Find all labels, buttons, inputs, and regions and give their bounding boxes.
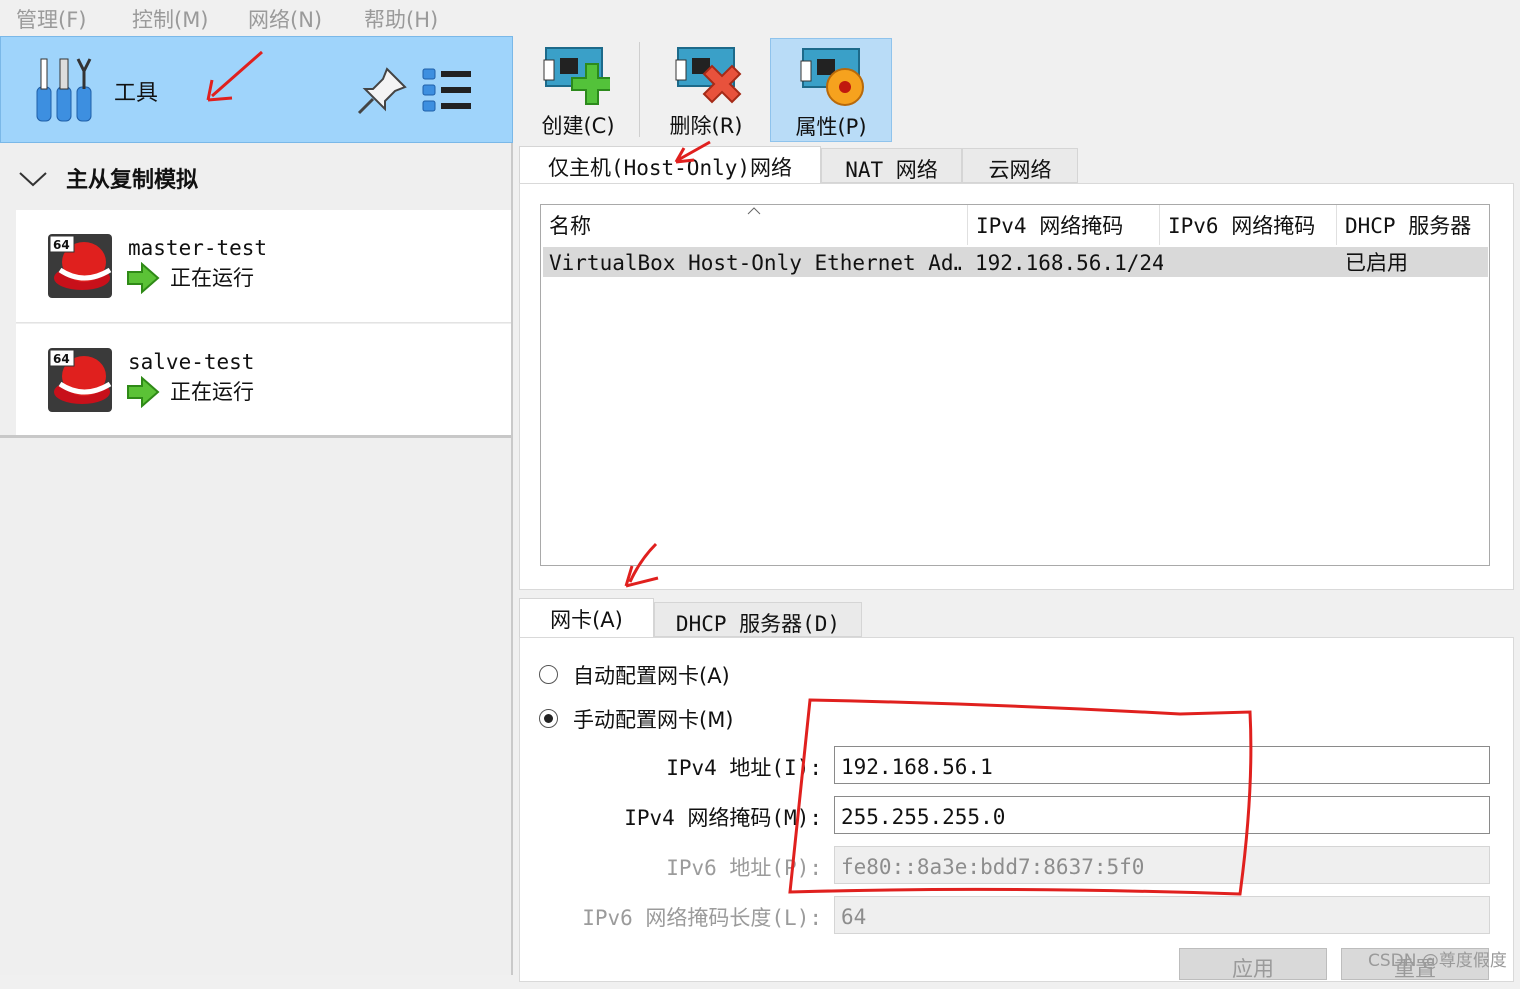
chevron-down-icon[interactable] [18, 170, 48, 188]
tab-nat[interactable]: NAT 网络 [821, 148, 962, 183]
vm-item-salve-test[interactable]: 64 salve-test 正在运行 [16, 324, 511, 437]
ipv4-mask-field[interactable]: 255.255.255.0 [834, 796, 1490, 834]
ipv4-address-field[interactable]: 192.168.56.1 [834, 746, 1490, 784]
vm-list-pane: 工具 主从复制模拟 64 master-test 正在运行 64 salve-t… [0, 36, 513, 975]
ipv4-mask-label: IPv4 网络掩码(M): [624, 806, 822, 830]
manual-config-radio[interactable] [539, 709, 558, 728]
tab-host-only[interactable]: 仅主机(Host-Only)网络 [519, 146, 821, 184]
group-label: 主从复制模拟 [66, 168, 199, 193]
os-badge: 64 [53, 238, 70, 252]
redhat-os-icon: 64 [48, 234, 112, 298]
vm-group[interactable]: 主从复制模拟 [0, 146, 511, 208]
vm-item-master-test[interactable]: 64 master-test 正在运行 [16, 210, 511, 323]
vm-state: 正在运行 [170, 380, 254, 404]
cell-dhcp: 已启用 [1345, 251, 1408, 275]
menu-manage[interactable]: 管理(F) [16, 4, 86, 34]
vm-name: salve-test [128, 350, 255, 374]
network-table: 名称 IPv4 网络掩码 IPv6 网络掩码 DHCP 服务器 VirtualB… [540, 204, 1490, 566]
ipv4-address-label: IPv4 地址(I): [666, 756, 822, 780]
menu-help[interactable]: 帮助(H) [364, 4, 438, 34]
os-badge: 64 [53, 352, 70, 366]
tab-dhcp-server[interactable]: DHCP 服务器(D) [654, 602, 862, 637]
vm-state: 正在运行 [170, 266, 254, 290]
apply-button[interactable]: 应用 [1179, 948, 1327, 981]
pane-divider [0, 435, 511, 438]
tab-cloud[interactable]: 云网络 [962, 148, 1078, 183]
cell-ipv6-mask [1169, 247, 1339, 277]
redhat-os-icon: 64 [48, 348, 112, 412]
ipv6-address-label: IPv6 地址(P): [666, 856, 822, 880]
auto-config-label[interactable]: 自动配置网卡(A) [573, 660, 730, 690]
properties-button[interactable]: 属性(P) [770, 38, 892, 142]
ipv6-prefix-label: IPv6 网络掩码长度(L): [582, 906, 822, 930]
ipv6-address-field: fe80::8a3e:bdd7:8637:5f0 [834, 846, 1490, 884]
ipv6-prefix-field: 64 [834, 896, 1490, 934]
pin-icon[interactable] [357, 65, 409, 115]
menu-network[interactable]: 网络(N) [248, 4, 322, 34]
properties-label: 属性(P) [795, 115, 867, 139]
running-arrow-icon [127, 376, 160, 408]
delete-label: 删除(R) [669, 114, 743, 138]
network-delete-icon [675, 47, 742, 104]
table-row[interactable]: VirtualBox Host-Only Ethernet Ad… 192.16… [543, 247, 1488, 277]
list-view-icon[interactable] [421, 67, 473, 115]
running-arrow-icon [127, 262, 160, 294]
create-button[interactable]: 创建(C) [520, 38, 636, 142]
column-dhcp[interactable]: DHCP 服务器 [1337, 205, 1489, 245]
manual-config-label[interactable]: 手动配置网卡(M) [573, 704, 734, 734]
tools-icon [36, 58, 92, 122]
radio-selected-dot [544, 714, 553, 723]
menu-bar: 管理(F) 控制(M) 网络(N) 帮助(H) [0, 0, 1520, 36]
watermark: CSDN @尊度假度 [1368, 951, 1507, 971]
cell-ipv4-mask: 192.168.56.1/24 [975, 251, 1163, 275]
column-ipv4-mask[interactable]: IPv4 网络掩码 [968, 205, 1160, 245]
column-ipv6-mask[interactable]: IPv6 网络掩码 [1160, 205, 1337, 245]
tab-adapter[interactable]: 网卡(A) [519, 598, 654, 638]
menu-control[interactable]: 控制(M) [132, 4, 209, 34]
cell-name: VirtualBox Host-Only Ethernet Ad… [549, 251, 961, 275]
create-label: 创建(C) [541, 114, 615, 138]
tools-item[interactable]: 工具 [0, 36, 513, 143]
network-properties-icon [800, 48, 864, 106]
delete-button[interactable]: 删除(R) [648, 38, 764, 142]
tools-label: 工具 [114, 81, 159, 106]
vm-name: master-test [128, 236, 268, 260]
toolbar-separator [639, 42, 640, 137]
auto-config-radio[interactable] [539, 665, 558, 684]
sort-asc-icon [747, 207, 761, 215]
network-create-icon [543, 47, 610, 105]
